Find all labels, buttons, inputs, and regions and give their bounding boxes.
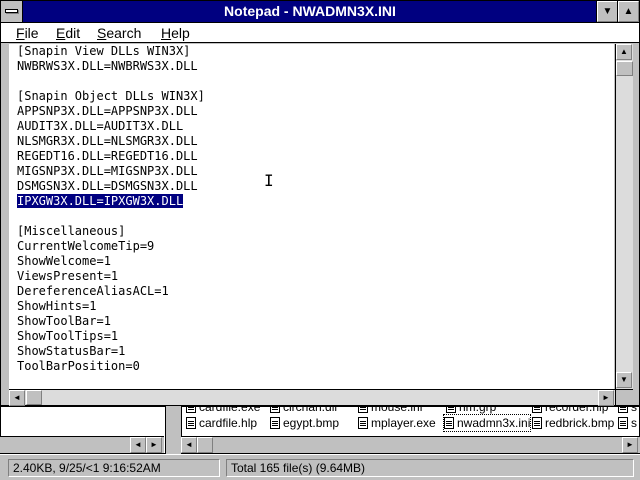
text-line: REGEDT16.DLL=REGEDT16.DLL (17, 149, 198, 163)
file-list-row: cardfile.hlp egypt.bmp mplayer.exe nwadm… (182, 414, 639, 432)
text-line: ShowStatusBar=1 (17, 344, 126, 358)
vertical-scroll-thumb[interactable] (616, 61, 633, 76)
text-line: IPXGW3X.DLL=IPXGW3X.DLL (17, 194, 205, 209)
text-editor[interactable]: [Snapin View DLLs WIN3X] NWBRWS3X.DLL=NWB… (9, 44, 614, 389)
file-icon (618, 417, 628, 429)
tree-horizontal-scrollbar[interactable]: ◄ ► (0, 436, 164, 453)
file-item-selected[interactable]: nwadmn3x.ini (442, 414, 532, 432)
text-line: DereferenceAliasACL=1 (17, 284, 169, 298)
file-list-scroll-right-button[interactable]: ► (622, 437, 638, 453)
file-item[interactable]: mouse.ini (358, 407, 422, 415)
text-line: [Snapin View DLLs WIN3X] (17, 44, 191, 58)
down-arrow-icon: ▼ (620, 375, 628, 384)
left-arrow-icon: ◄ (13, 393, 21, 402)
text-line: ShowHints=1 (17, 299, 97, 313)
system-menu-button[interactable] (1, 1, 23, 22)
text-line: ShowToolTips=1 (17, 329, 119, 343)
text-line: MIGSNP3X.DLL=MIGSNP3X.DLL (17, 164, 198, 178)
file-item[interactable]: recorder.hlp (532, 407, 608, 415)
status-total-files: Total 165 file(s) (9.64MB) (226, 459, 634, 477)
text-line: ViewsPresent=1 (17, 269, 119, 283)
editor-text-lines: [Snapin View DLLs WIN3X] NWBRWS3X.DLL=NWB… (17, 44, 205, 374)
file-list-scroll-thumb[interactable] (197, 437, 213, 453)
text-line: [Miscellaneous] (17, 224, 126, 238)
scroll-right-button[interactable]: ► (598, 390, 614, 406)
menu-search[interactable]: Search (97, 24, 141, 42)
file-list-scroll-left-button[interactable]: ◄ (181, 437, 197, 453)
file-item[interactable]: clrchan.dll (270, 407, 337, 415)
file-item[interactable]: egypt.bmp (270, 415, 339, 431)
text-line: NLSMGR3X.DLL=NLSMGR3X.DLL (17, 134, 198, 148)
horizontal-scroll-thumb[interactable] (26, 390, 42, 405)
text-line: ShowToolBar=1 (17, 314, 111, 328)
title-bar[interactable]: Notepad - NWADMN3X.INI ▼ ▲ (1, 0, 640, 23)
text-line: ShowWelcome=1 (17, 254, 111, 268)
text-line: DSMGSN3X.DLL=DSMGSN3X.DLL (17, 179, 198, 193)
menu-bar: File Edit Search Help (1, 23, 639, 43)
file-icon (444, 417, 454, 429)
file-icon (186, 417, 196, 429)
tree-scroll-right-button[interactable]: ► (146, 437, 162, 453)
text-line (17, 74, 205, 89)
status-selected-file-info: 2.40KB, 9/25/<1 9:16:52AM (8, 459, 220, 477)
file-list-horizontal-scrollbar[interactable]: ◄ ► (181, 436, 640, 453)
file-item[interactable]: s (618, 407, 637, 415)
menu-edit[interactable]: Edit (56, 24, 80, 42)
horizontal-scrollbar[interactable]: ◄ ► (9, 389, 615, 406)
text-line: ToolBarPosition=0 (17, 359, 140, 373)
file-item[interactable]: nm.grp (446, 407, 496, 415)
text-line (17, 209, 205, 224)
file-icon (270, 407, 280, 413)
menu-help[interactable]: Help (161, 24, 190, 42)
file-icon (618, 407, 628, 413)
file-item[interactable]: redbrick.bmp (532, 415, 614, 431)
minimize-icon: ▼ (602, 6, 613, 17)
text-cursor-ibeam-icon: I (264, 171, 274, 190)
file-icon (358, 417, 368, 429)
file-item[interactable]: s (618, 415, 637, 431)
scrollbar-corner (615, 389, 633, 405)
file-icon (446, 407, 456, 413)
menu-file[interactable]: File (16, 24, 39, 42)
minimize-button[interactable]: ▼ (596, 0, 619, 23)
text-line: NWBRWS3X.DLL=NWBRWS3X.DLL (17, 59, 198, 73)
maximize-icon: ▲ (623, 6, 634, 17)
selected-text: IPXGW3X.DLL=IPXGW3X.DLL (17, 194, 184, 208)
tree-scroll-left-button[interactable]: ◄ (130, 437, 146, 453)
maximize-button[interactable]: ▲ (617, 0, 640, 23)
file-icon (532, 407, 542, 413)
file-item[interactable]: cardfile.hlp (186, 415, 257, 431)
file-item[interactable]: cardfile.exe (186, 407, 260, 415)
notepad-window: Notepad - NWADMN3X.INI ▼ ▲ File Edit Sea… (0, 0, 640, 406)
window-title: Notepad - NWADMN3X.INI (224, 3, 396, 19)
vertical-scrollbar[interactable]: ▲ ▼ (615, 44, 633, 389)
scroll-down-button[interactable]: ▼ (616, 372, 632, 388)
status-bar: 2.40KB, 9/25/<1 9:16:52AM Total 165 file… (0, 454, 640, 480)
file-icon (270, 417, 280, 429)
up-arrow-icon: ▲ (620, 47, 628, 56)
text-line: APPSNP3X.DLL=APPSNP3X.DLL (17, 104, 198, 118)
system-menu-icon (5, 9, 18, 13)
scroll-left-button[interactable]: ◄ (9, 390, 25, 406)
file-icon (186, 407, 196, 413)
text-line: [Snapin Object DLLs WIN3X] (17, 89, 205, 103)
file-list-row-partial: cardfile.exe clrchan.dll mouse.ini nm.gr… (182, 407, 639, 415)
file-icon (358, 407, 368, 413)
right-arrow-icon: ► (602, 393, 610, 402)
file-icon (532, 417, 542, 429)
file-item[interactable]: mplayer.exe (358, 415, 436, 431)
text-line: AUDIT3X.DLL=AUDIT3X.DLL (17, 119, 184, 133)
text-line: CurrentWelcomeTip=9 (17, 239, 155, 253)
scroll-up-button[interactable]: ▲ (616, 44, 632, 60)
